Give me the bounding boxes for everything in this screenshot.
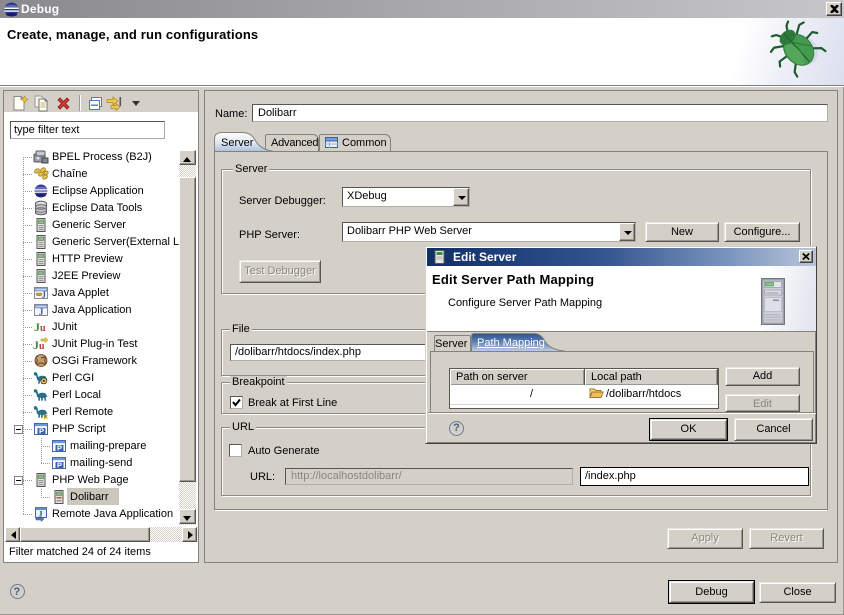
svg-text:J: J bbox=[42, 290, 47, 300]
svg-text:P: P bbox=[57, 461, 62, 470]
svg-text:P: P bbox=[57, 444, 62, 453]
svg-text:J: J bbox=[39, 308, 44, 318]
svg-text:P: P bbox=[39, 427, 44, 436]
svg-text:R: R bbox=[44, 415, 49, 420]
svg-text:u: u bbox=[39, 341, 45, 352]
svg-text:u: u bbox=[40, 323, 46, 334]
